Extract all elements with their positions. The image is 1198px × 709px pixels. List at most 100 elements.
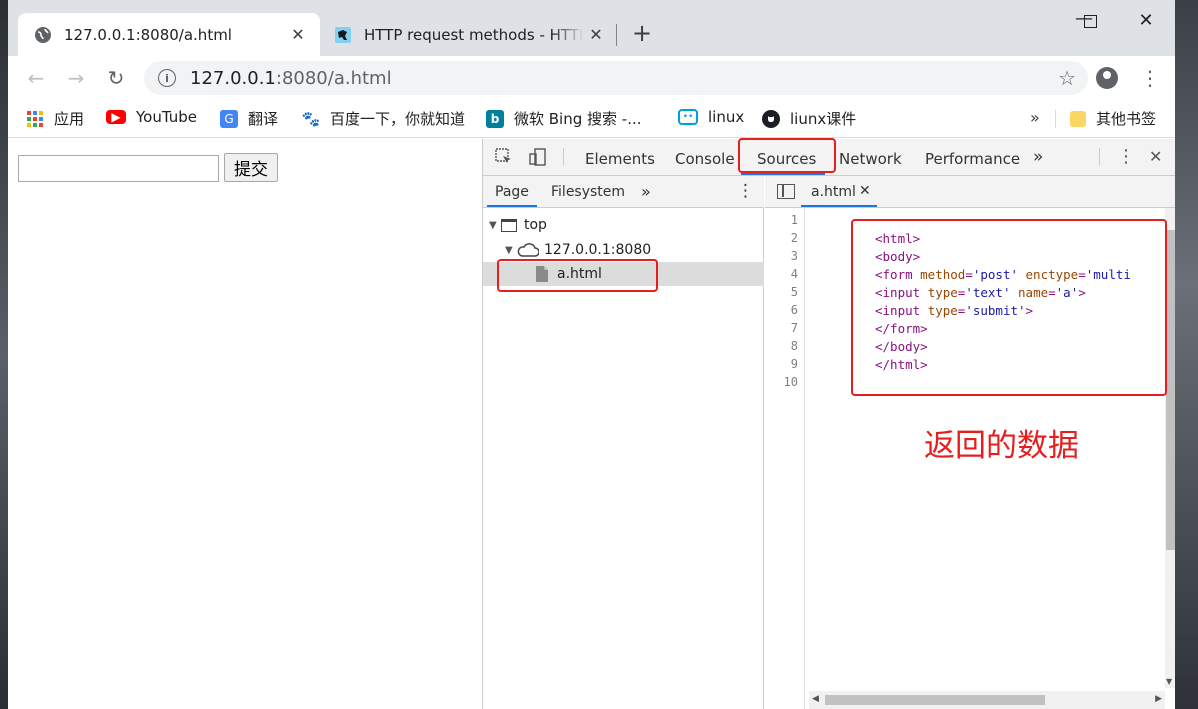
line-number: 3 [790,249,798,263]
frame-icon [501,218,517,232]
baidu-paw-icon: 🐾 [301,109,321,128]
desktop-background-right [1175,0,1198,709]
scroll-down-icon[interactable]: ▼ [1166,677,1172,686]
tab-performance[interactable]: Performance [925,150,1020,168]
bookmark-label: 百度一下，你就知道 [330,110,466,128]
reload-icon[interactable]: ↻ [102,66,130,90]
editor-tab-file[interactable]: a.html [811,184,856,200]
translate-icon: G [220,109,238,128]
horizontal-scrollbar[interactable]: ◀ ▶ [809,691,1165,709]
horizontal-scroll-thumb[interactable] [825,695,1045,705]
close-icon[interactable]: ✕ [286,25,310,44]
bookmark-liunx[interactable]: liunx课件 [762,108,856,129]
vertical-scroll-thumb[interactable] [1166,230,1175,550]
sources-tab-underline [741,173,825,175]
more-tabs-icon[interactable]: » [1033,147,1043,167]
annotation-text: 返回的数据 [924,428,1079,464]
bookmark-star-icon[interactable]: ☆ [1058,66,1076,90]
more-nav-tabs-icon[interactable]: » [641,182,651,201]
navigator-menu-icon[interactable]: ⋮ [737,181,754,201]
bookmark-translate[interactable]: G 翻译 [220,108,278,129]
tab-page[interactable]: Page [495,184,529,200]
line-number: 6 [790,303,798,317]
tab-inactive[interactable]: HTTP request methods - HTTP ✕ [328,13,618,56]
tree-label: top [524,217,547,233]
tab-active[interactable]: 127.0.0.1:8080/a.html ✕ [18,13,320,56]
navigator-tabs: Page Filesystem » ⋮ [483,176,764,208]
line-number: 5 [790,285,798,299]
editor-tabs: a.html ✕ [765,176,1175,208]
bookmark-youtube[interactable]: ▶ YouTube [106,108,197,126]
close-icon[interactable]: ✕ [584,25,608,44]
tab-title: 127.0.0.1:8080/a.html [64,25,232,44]
bookmark-label: YouTube [136,108,197,126]
bookmarks-bar: 应用 ▶ YouTube G 翻译 🐾 百度一下，你就知道 b 微软 Bing … [8,100,1175,138]
tree-item-origin[interactable]: ▼ 127.0.0.1:8080 [505,242,651,258]
expand-triangle-icon[interactable]: ▼ [505,245,517,256]
scroll-left-icon[interactable]: ◀ [812,694,819,704]
bookmark-other[interactable]: 其他书签 [1070,108,1156,129]
maximize-icon[interactable] [1070,12,1110,33]
inspect-element-icon[interactable] [495,148,513,170]
browser-window: 127.0.0.1:8080/a.html ✕ HTTP request met… [8,0,1175,709]
bookmarks-overflow-icon[interactable]: » [1030,108,1040,127]
bookmark-bing[interactable]: b 微软 Bing 搜索 -... [486,108,642,129]
url-host: 127.0.0.1 [190,67,276,89]
bookmark-label: 应用 [54,110,85,128]
profile-avatar-icon[interactable] [1096,67,1118,89]
bookmark-label: 其他书签 [1096,110,1157,128]
bookmark-label: linux [708,108,745,126]
text-input[interactable] [18,155,219,182]
line-number: 4 [790,267,798,281]
tab-title: HTTP request methods - HTTP [364,25,584,44]
tree-label: 127.0.0.1:8080 [544,242,652,258]
expand-triangle-icon[interactable]: ▼ [489,220,501,231]
line-number: 1 [790,213,798,227]
submit-button[interactable]: 提交 [224,153,278,182]
tab-filesystem[interactable]: Filesystem [551,184,625,200]
close-file-icon[interactable]: ✕ [859,183,871,199]
browser-menu-icon[interactable]: ⋮ [1140,66,1160,90]
info-icon[interactable]: i [158,69,176,87]
sources-tab-highlight [738,138,836,173]
bookmark-linux[interactable]: •• linux [678,108,744,126]
url-path: :8080/a.html [275,67,392,89]
bookmark-label: liunx课件 [790,110,857,128]
tab-console[interactable]: Console [675,150,735,168]
tab-network[interactable]: Network [839,150,902,168]
bilibili-tv-icon: •• [678,109,698,125]
toggle-navigator-icon[interactable] [777,184,795,199]
devtools-separator [1099,148,1100,166]
line-number: 2 [790,231,798,245]
tab-separator [616,24,617,46]
line-number: 9 [790,357,798,371]
bookmark-label: 微软 Bing 搜索 -... [514,110,642,128]
address-bar[interactable]: i 127.0.0.1:8080/a.html ☆ [144,61,1088,95]
editor-tab-underline [801,205,877,207]
bookmark-baidu[interactable]: 🐾 百度一下，你就知道 [302,108,465,129]
file-highlight [497,259,658,292]
close-window-icon[interactable]: ✕ [1126,10,1166,31]
scroll-right-icon[interactable]: ▶ [1155,694,1162,704]
toolbar: ← → ↻ i 127.0.0.1:8080/a.html ☆ ⋮ [8,56,1175,100]
line-number-gutter: 1 2 3 4 5 6 7 8 9 10 [765,208,805,709]
github-icon [762,109,780,128]
tree-item-top[interactable]: ▼ top [489,217,547,233]
code-highlight [851,219,1167,396]
devtools-menu-icon[interactable]: ⋮ [1117,146,1135,167]
device-toolbar-icon[interactable] [529,148,547,170]
line-number: 7 [790,321,798,335]
sources-navigator: Page Filesystem » ⋮ ▼ top ▼ 127.0.0.1:80… [483,176,764,709]
bookmark-apps[interactable]: 应用 [26,108,84,129]
new-tab-icon[interactable]: + [632,20,652,46]
tab-elements[interactable]: Elements [585,150,655,168]
folder-icon [1070,110,1086,127]
page-viewport: 提交 [8,139,482,709]
forward-icon[interactable]: → [62,66,90,90]
apps-grid-icon [26,110,44,128]
close-devtools-icon[interactable]: ✕ [1149,147,1162,166]
line-number: 10 [783,375,798,389]
page-tab-underline [487,205,537,207]
bookmarks-separator [1055,110,1056,128]
back-icon[interactable]: ← [22,66,50,90]
